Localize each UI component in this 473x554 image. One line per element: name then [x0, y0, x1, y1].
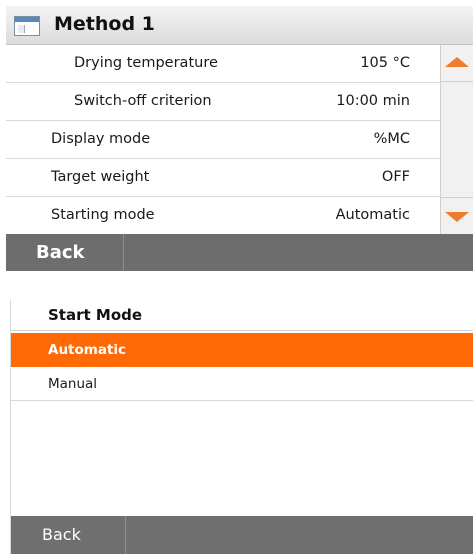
row-label: Target weight [51, 169, 150, 185]
row-switch-off-criterion[interactable]: Switch-off criterion 10:00 min [6, 83, 440, 121]
row-drying-temperature[interactable]: Drying temperature 105 °C [6, 45, 440, 83]
row-label: Drying temperature [74, 55, 218, 71]
scroll-down-button[interactable] [441, 197, 473, 234]
start-mode-footer-bar: Back [11, 516, 473, 554]
option-label: Automatic [48, 342, 127, 358]
method-panel: Method 1 Drying temperature 105 °C Switc… [6, 6, 473, 271]
option-label: Manual [48, 376, 98, 392]
method-titlebar: Method 1 [6, 6, 473, 45]
row-label: Display mode [51, 131, 151, 147]
row-value: OFF [381, 169, 410, 185]
row-label: Starting mode [51, 207, 155, 223]
row-display-mode[interactable]: Display mode %MC [6, 121, 440, 159]
back-button[interactable]: Back [11, 516, 126, 554]
scroll-up-button[interactable] [441, 45, 473, 82]
method-settings-list: Drying temperature 105 °C Switch-off cri… [6, 45, 440, 235]
start-mode-title: Start Mode [48, 306, 143, 324]
window-icon [14, 16, 40, 36]
scroll-up-arrow-icon [445, 57, 469, 67]
start-mode-panel: Start Mode Automatic Manual Back [10, 300, 473, 554]
option-manual[interactable]: Manual [11, 367, 473, 401]
row-label: Switch-off criterion [74, 93, 212, 109]
row-value: %MC [373, 131, 410, 147]
row-starting-mode[interactable]: Starting mode Automatic [6, 197, 440, 235]
start-mode-title-bar: Start Mode [11, 300, 473, 331]
page-title: Method 1 [54, 13, 155, 35]
row-value: 105 °C [360, 55, 410, 71]
back-button[interactable]: Back [6, 234, 124, 271]
row-value: 10:00 min [336, 93, 410, 109]
row-value: Automatic [335, 207, 410, 223]
scrollbar[interactable] [440, 45, 473, 234]
option-automatic[interactable]: Automatic [11, 333, 473, 367]
method-footer-bar: Back [6, 234, 473, 271]
row-target-weight[interactable]: Target weight OFF [6, 159, 440, 197]
scroll-down-arrow-icon [445, 212, 469, 222]
